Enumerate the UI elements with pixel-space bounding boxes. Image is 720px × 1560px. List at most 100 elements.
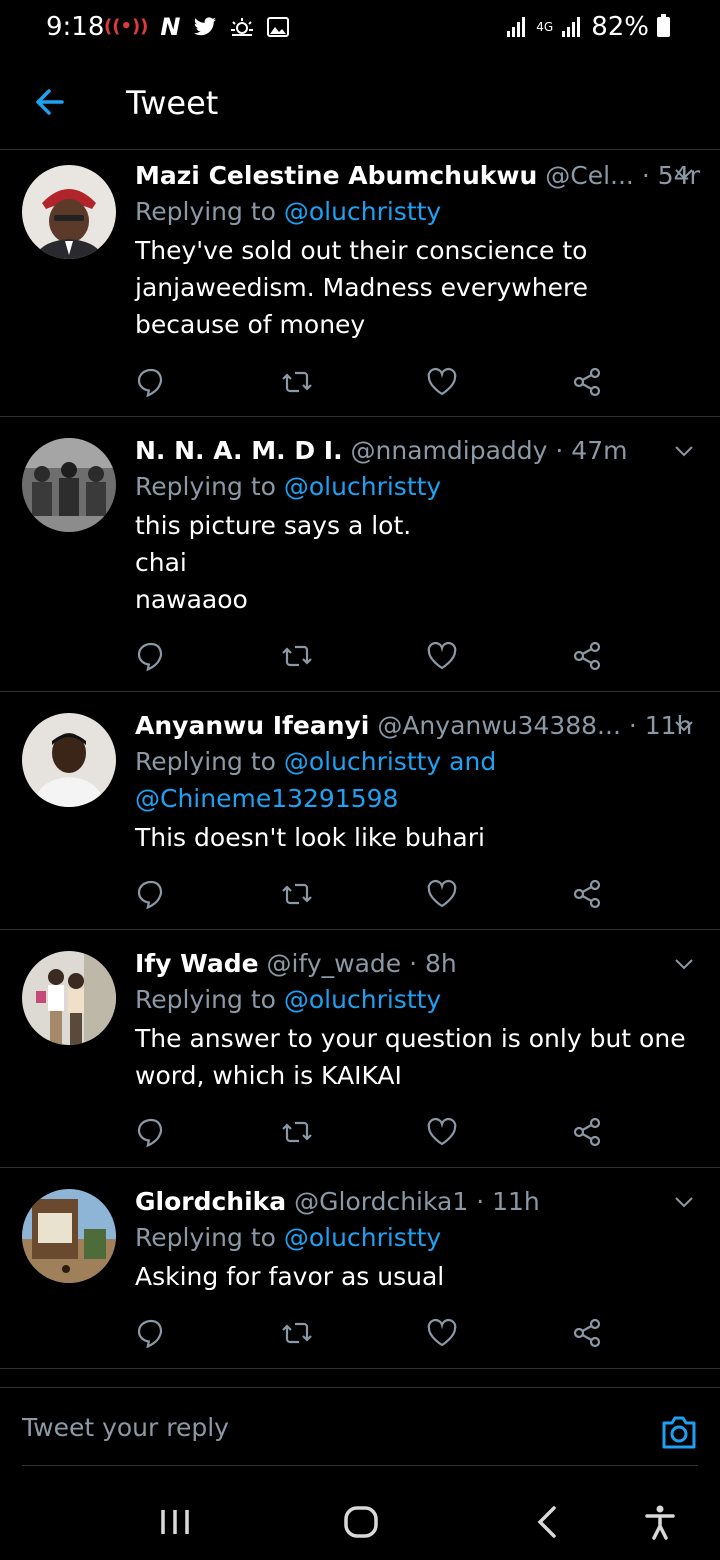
tweet[interactable]: N. N. A. M. D I. @nnamdipaddy · 47m Repl… (0, 418, 720, 692)
tweet-header: Anyanwu Ifeanyi @Anyanwu34388... · 11h (135, 709, 700, 743)
reply-input[interactable] (22, 1406, 602, 1448)
replying-label: Replying to (135, 985, 284, 1014)
tweet-header: Ify Wade @ify_wade · 8h (135, 947, 700, 981)
gallery-icon (266, 17, 289, 37)
retweet-icon[interactable] (281, 366, 313, 398)
reply-icon[interactable] (135, 640, 167, 672)
accessibility-icon[interactable] (640, 1502, 680, 1542)
display-name[interactable]: Ify Wade (135, 949, 259, 978)
weather-icon (230, 18, 253, 36)
chevron-down-icon[interactable] (674, 719, 694, 733)
tweet-text: this picture says a lot. chai nawaaoo (135, 507, 700, 618)
page-title: Tweet (126, 84, 219, 122)
tweet-body: N. N. A. M. D I. @nnamdipaddy · 47m Repl… (135, 426, 700, 618)
like-icon[interactable] (426, 1317, 458, 1349)
tweet-actions (135, 1116, 605, 1156)
tweet[interactable]: Ify Wade @ify_wade · 8h Replying to @olu… (0, 931, 720, 1168)
display-name[interactable]: Mazi Celestine Abumchukwu (135, 161, 537, 190)
twitter-bird-icon (193, 17, 216, 36)
status-bar: 9:18 ((•)) N 4G 82% (0, 0, 720, 58)
replying-to: Replying to @oluchristty (135, 981, 700, 1018)
header: Tweet (0, 58, 720, 150)
wireless-signal-icon: ((•)) (104, 16, 149, 37)
tweet[interactable]: Glordchika @Glordchika1 · 11h Replying t… (0, 1169, 720, 1369)
tweet-actions (135, 366, 605, 406)
battery-icon (657, 14, 670, 37)
retweet-icon[interactable] (281, 1317, 313, 1349)
back-icon[interactable] (528, 1502, 568, 1542)
chevron-down-icon[interactable] (674, 957, 694, 971)
tweet-text: They've sold out their conscience to jan… (135, 232, 695, 343)
mention-link[interactable]: @oluchristty (284, 197, 441, 226)
network-type: 4G (536, 20, 554, 34)
reply-icon[interactable] (135, 1317, 167, 1349)
replying-label: Replying to (135, 472, 284, 501)
tweet-header: N. N. A. M. D I. @nnamdipaddy · 47m (135, 434, 700, 468)
retweet-icon[interactable] (281, 1116, 313, 1148)
share-icon[interactable] (571, 878, 603, 910)
back-arrow-icon[interactable] (30, 82, 70, 122)
avatar[interactable] (22, 713, 116, 807)
retweet-icon[interactable] (281, 878, 313, 910)
tweet[interactable]: Anyanwu Ifeanyi @Anyanwu34388... · 11h R… (0, 693, 720, 930)
signal-icon-2 (562, 17, 581, 37)
chevron-down-icon[interactable] (674, 1195, 694, 1209)
camera-icon[interactable] (660, 1414, 698, 1450)
share-icon[interactable] (571, 1116, 603, 1148)
share-icon[interactable] (571, 640, 603, 672)
tweet-actions (135, 878, 605, 918)
chevron-down-icon[interactable] (674, 167, 694, 181)
like-icon[interactable] (426, 878, 458, 910)
reply-icon[interactable] (135, 878, 167, 910)
tweet-body: Mazi Celestine Abumchukwu @Cel... · 54m … (135, 159, 700, 343)
tweet-text: This doesn't look like buhari (135, 819, 700, 856)
app-n-icon: N (160, 13, 181, 41)
tweet-header: Mazi Celestine Abumchukwu @Cel... · 54m (135, 159, 700, 193)
input-underline (22, 1465, 698, 1466)
tweet-line: this picture says a lot. (135, 511, 412, 540)
share-icon[interactable] (571, 366, 603, 398)
replying-to: Replying to @oluchristty (135, 1219, 700, 1256)
reply-icon[interactable] (135, 366, 167, 398)
signal-icon (507, 17, 526, 37)
share-icon[interactable] (571, 1317, 603, 1349)
avatar[interactable] (22, 1189, 116, 1283)
tweet-header: Glordchika @Glordchika1 · 11h (135, 1185, 700, 1219)
replying-label: Replying to (135, 197, 284, 226)
avatar[interactable] (22, 951, 116, 1045)
notification-icons: ((•)) N (104, 14, 289, 40)
tweet-line: chai (135, 548, 187, 577)
tweet-line: Asking for favor as usual (135, 1262, 445, 1291)
like-icon[interactable] (426, 640, 458, 672)
tweet-actions (135, 1317, 605, 1357)
avatar[interactable] (22, 165, 116, 259)
retweet-icon[interactable] (281, 640, 313, 672)
tweet-actions (135, 640, 605, 680)
status-time: 9:18 (46, 12, 105, 42)
mention-link[interactable]: @oluchristty (284, 985, 441, 1014)
recents-icon[interactable] (155, 1502, 195, 1542)
reply-composer (0, 1387, 720, 1467)
mention-link[interactable]: @oluchristty (284, 472, 441, 501)
home-icon[interactable] (341, 1502, 381, 1542)
tweet-text: Asking for favor as usual (135, 1258, 700, 1295)
tweet-text: The answer to your question is only but … (135, 1020, 695, 1094)
handle-time: @ify_wade · 8h (266, 949, 457, 978)
tweet-body: Anyanwu Ifeanyi @Anyanwu34388... · 11h R… (135, 701, 700, 856)
display-name[interactable]: N. N. A. M. D I. (135, 436, 343, 465)
display-name[interactable]: Anyanwu Ifeanyi (135, 711, 369, 740)
tweet-body: Ify Wade @ify_wade · 8h Replying to @olu… (135, 939, 700, 1094)
reply-icon[interactable] (135, 1116, 167, 1148)
tweet[interactable]: Mazi Celestine Abumchukwu @Cel... · 54m … (0, 151, 720, 417)
replying-to: Replying to @oluchristty (135, 193, 700, 230)
replying-to: Replying to @oluchristty (135, 468, 700, 505)
avatar[interactable] (22, 438, 116, 532)
tweet-line: nawaaoo (135, 585, 248, 614)
mention-link[interactable]: @oluchristty (284, 1223, 441, 1252)
like-icon[interactable] (426, 1116, 458, 1148)
status-right: 4G 82% (506, 12, 670, 42)
handle-time: @Anyanwu34388... · 11h (377, 711, 693, 740)
like-icon[interactable] (426, 366, 458, 398)
chevron-down-icon[interactable] (674, 444, 694, 458)
display-name[interactable]: Glordchika (135, 1187, 286, 1216)
